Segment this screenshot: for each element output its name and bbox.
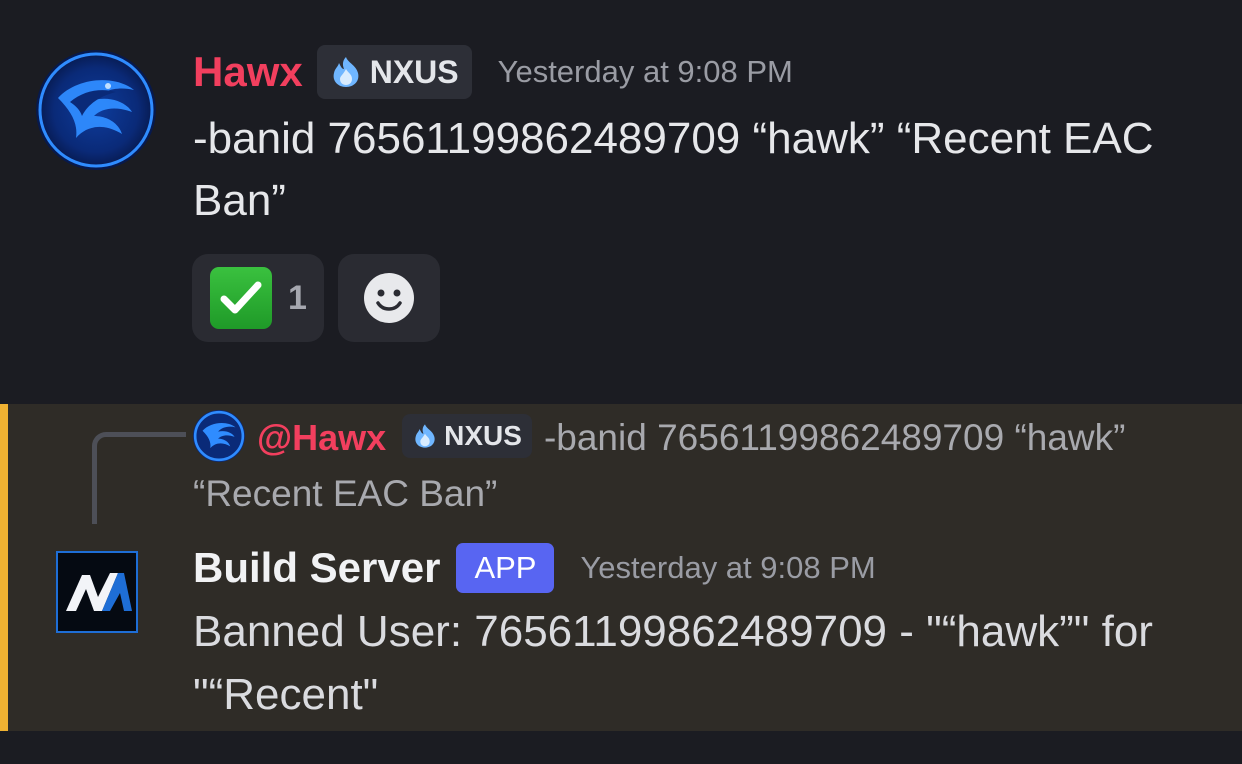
message-content: Banned User: 76561199862489709 - "“hawk”…	[193, 607, 1153, 719]
server-tag-label: NXUS	[369, 53, 459, 90]
mention-highlight-bar	[0, 404, 8, 731]
message-build-server[interactable]: @Hawx NXUS -banid 76561199862489709 “hawk”…	[0, 404, 1242, 731]
reply-server-tag[interactable]: NXUS	[402, 414, 532, 459]
message-header: Build Server APP Yesterday at 9:08 PM	[193, 538, 876, 598]
chat-view: Hawx NXUS Yesterday at 9:08 PM -banid 76…	[0, 0, 1242, 764]
message-header: Hawx NXUS Yesterday at 9:08 PM	[193, 42, 793, 102]
flame-icon	[411, 422, 444, 450]
smiley-icon	[363, 272, 415, 324]
message-hawx[interactable]: Hawx NXUS Yesterday at 9:08 PM -banid 76…	[0, 0, 1242, 404]
add-reaction-button[interactable]	[338, 254, 440, 342]
reply-server-tag-label: NXUS	[444, 420, 522, 452]
reply-connector	[92, 432, 186, 524]
server-tag[interactable]: NXUS	[316, 45, 472, 99]
reaction-check[interactable]: 1	[192, 254, 324, 342]
app-badge: APP	[456, 543, 555, 593]
white-check-mark-icon	[210, 267, 272, 329]
flame-icon	[328, 55, 370, 89]
reply-preview[interactable]: @Hawx NXUS -banid 76561199862489709 “hawk”…	[193, 410, 1203, 522]
timestamp: Yesterday at 9:08 PM	[580, 550, 876, 585]
reply-avatar[interactable]	[193, 410, 245, 463]
username[interactable]: Hawx	[193, 48, 303, 96]
avatar[interactable]	[36, 50, 156, 170]
timestamp: Yesterday at 9:08 PM	[497, 54, 793, 89]
reaction-bar: 1	[192, 254, 440, 342]
reply-author[interactable]: @Hawx	[257, 417, 386, 458]
reaction-count: 1	[288, 278, 307, 317]
username[interactable]: Build Server	[193, 544, 440, 592]
bot-avatar[interactable]	[56, 551, 138, 633]
message-content: -banid 76561199862489709 “hawk” “Recent …	[193, 114, 1154, 225]
